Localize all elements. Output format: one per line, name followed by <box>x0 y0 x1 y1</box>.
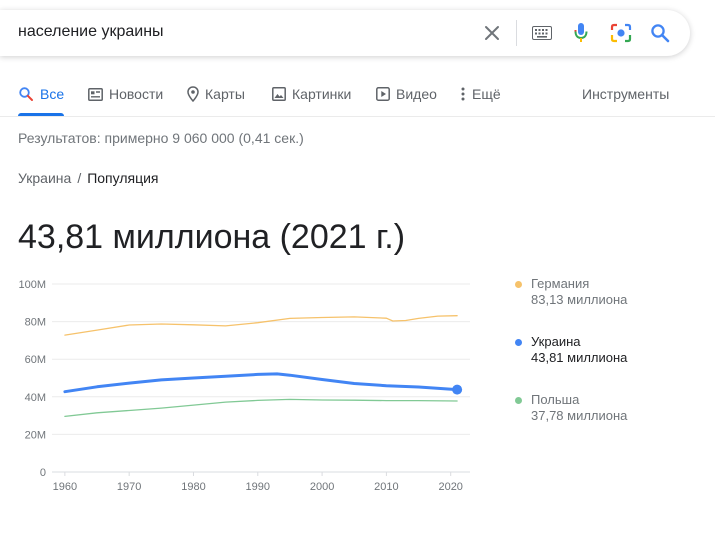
keyboard-icon[interactable] <box>530 10 554 56</box>
news-icon <box>88 87 103 101</box>
legend-item-ukraine[interactable]: Украина 43,81 миллиона <box>515 334 627 392</box>
y-tick-label: 100M <box>18 279 46 291</box>
y-tick-label: 40M <box>25 392 46 404</box>
tab-label: Карты <box>205 86 245 102</box>
tab-video[interactable]: Видео <box>376 86 437 102</box>
breadcrumb-root[interactable]: Украина <box>18 170 71 186</box>
tabs-divider <box>0 116 715 117</box>
population-chart[interactable]: 0 20M 40M 60M 80M 100M 1960 1970 1980 1990 2000 201… <box>0 270 490 500</box>
series-line <box>64 398 458 418</box>
tab-maps[interactable]: Карты <box>187 86 245 102</box>
x-tick-label: 2010 <box>374 481 398 493</box>
x-tick-label: 1960 <box>53 481 77 493</box>
legend-dot <box>515 281 522 288</box>
x-tick-label: 2020 <box>438 481 462 493</box>
chart-legend: Германия 83,13 миллиона Украина 43,81 ми… <box>515 276 627 450</box>
legend-name: Германия <box>531 276 590 291</box>
map-pin-icon <box>187 86 199 102</box>
search-input[interactable]: население украины <box>18 23 164 41</box>
tab-label: Картинки <box>292 86 352 102</box>
legend-value: 43,81 миллиона <box>531 350 628 365</box>
legend-dot <box>515 339 522 346</box>
more-vert-icon <box>461 87 465 101</box>
tools-button[interactable]: Инструменты <box>582 86 669 102</box>
video-icon <box>376 87 390 101</box>
search-tabs: Все Новости Карты Картинки Видео Ещё Инс… <box>0 80 715 116</box>
tab-label: Ещё <box>472 86 501 102</box>
search-icon[interactable] <box>648 10 672 56</box>
microphone-icon[interactable] <box>570 10 592 56</box>
tab-label: Все <box>40 86 65 102</box>
legend-name: Украина <box>531 334 581 349</box>
x-tick-label: 2000 <box>310 481 334 493</box>
breadcrumb: Украина / Популяция <box>18 170 159 186</box>
search-box[interactable]: население украины <box>0 10 690 56</box>
legend-item-poland[interactable]: Польша 37,78 миллиона <box>515 392 627 450</box>
tab-all[interactable]: Все <box>18 86 64 102</box>
search-divider <box>516 20 517 46</box>
y-tick-label: 20M <box>25 429 46 441</box>
x-tick-label: 1990 <box>246 481 270 493</box>
series-line <box>64 315 458 336</box>
tools-label: Инструменты <box>582 86 670 102</box>
legend-dot <box>515 397 522 404</box>
legend-item-germany[interactable]: Германия 83,13 миллиона <box>515 276 627 334</box>
tab-news[interactable]: Новости <box>88 86 163 102</box>
series-endpoint-marker <box>452 384 463 395</box>
legend-value: 83,13 миллиона <box>531 292 628 307</box>
camera-lens-icon[interactable] <box>609 10 633 56</box>
y-tick-label: 0 <box>40 467 46 479</box>
tab-label: Новости <box>109 86 164 102</box>
result-stats: Результатов: примерно 9 060 000 (0,41 се… <box>18 130 304 146</box>
legend-name: Польша <box>531 392 580 407</box>
y-tick-label: 60M <box>25 354 46 366</box>
breadcrumb-separator: / <box>77 170 82 186</box>
x-tick-label: 1980 <box>181 481 205 493</box>
series-line <box>63 372 459 394</box>
tab-label: Видео <box>396 86 437 102</box>
clear-icon[interactable] <box>480 10 504 56</box>
tab-more[interactable]: Ещё <box>460 86 501 102</box>
x-tick-label: 1970 <box>117 481 141 493</box>
y-tick-label: 80M <box>25 317 46 329</box>
image-icon <box>272 87 286 101</box>
answer-value: 43,81 миллиона (2021 г.) <box>18 218 406 256</box>
breadcrumb-current: Популяция <box>87 170 159 186</box>
tab-images[interactable]: Картинки <box>272 86 351 102</box>
search-icon <box>19 87 33 101</box>
legend-value: 37,78 миллиона <box>531 408 628 423</box>
